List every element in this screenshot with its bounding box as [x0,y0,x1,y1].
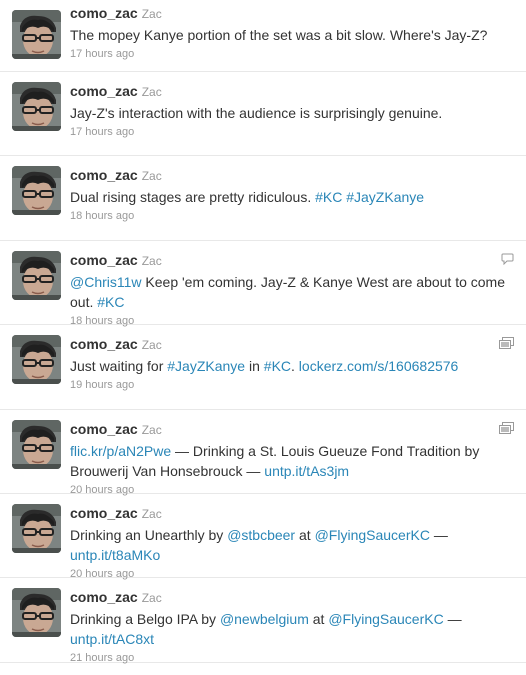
screen-name[interactable]: como_zac [70,5,138,21]
tweet-text-segment: — [429,526,448,543]
tweet-text: Drinking a Belgo IPA by @newbelgium at @… [70,609,515,649]
avatar[interactable] [12,503,61,553]
tweet-text: @Chris11w Keep 'em coming. Jay-Z & Kanye… [70,272,515,312]
hashtag-link[interactable]: #JayZKanye [346,189,424,205]
tweet-text-segment: Just waiting for [70,358,168,375]
full-name: Zac [141,253,162,268]
screen-name[interactable]: como_zac [70,336,138,352]
hashtag-link[interactable]: #KC [315,189,342,205]
screen-name[interactable]: como_zac [70,83,138,99]
screen-name[interactable]: como_zac [70,421,138,437]
hashtag-link[interactable]: #KC [264,358,291,374]
url-link[interactable]: lockerz.com/s/160682576 [299,358,459,374]
url-link[interactable]: untp.it/tAs3jm [264,463,349,479]
timestamp[interactable]: 17 hours ago [70,46,516,62]
timestamp[interactable]: 21 hours ago [70,650,516,666]
media-icon[interactable] [499,421,514,439]
screen-name[interactable]: como_zac [70,505,138,521]
tweet-text-segment: — [443,611,462,628]
url-link[interactable]: flic.kr/p/aN2Pwe [70,443,171,459]
tweet-text-segment: in [245,358,264,375]
media-icon[interactable] [499,336,514,354]
avatar[interactable] [12,166,61,216]
avatar[interactable] [12,82,61,131]
screen-name[interactable]: como_zac [70,252,138,268]
tweet-text: Drinking an Unearthly by @stbcbeer at @F… [70,525,515,565]
full-name: Zac [141,338,162,353]
hashtag-link[interactable]: #JayZKanye [167,358,245,374]
reply-icon[interactable] [501,252,514,270]
tweet[interactable]: como_zac Zac Jay-Z's interaction with the… [0,72,526,157]
mention-link[interactable]: @FlyingSaucerKC [328,611,443,627]
tweet-text-segment: The mopey Kanye portion of the set was a… [70,27,488,43]
tweet[interactable]: como_zac Zac Drinking an Unearthly by @st… [0,494,526,580]
tweet-text: flic.kr/p/aN2Pwe — Drinking a St. Louis … [70,441,515,481]
tweet[interactable]: como_zac Zac flic.kr/p/aN2Pwe — Drinking … [0,410,526,496]
tweet-text: Just waiting for #JayZKanye in #KC. lock… [70,356,515,376]
tweet[interactable]: como_zac Zac Just waiting for #JayZKanye … [0,325,526,410]
tweet[interactable]: como_zac Zac Dual rising stages are prett… [0,156,526,241]
screen-name[interactable]: como_zac [70,167,138,183]
timestamp[interactable]: 19 hours ago [70,377,516,393]
tweet-text-segment: . [291,358,299,375]
timestamp[interactable]: 17 hours ago [70,124,516,140]
tweet-text: Dual rising stages are pretty ridiculous… [70,187,515,207]
mention-link[interactable]: @Chris11w [70,274,142,290]
tweet-text: Jay-Z's interaction with the audience is… [70,103,515,123]
full-name: Zac [141,169,162,184]
mention-link[interactable]: @stbcbeer [227,527,295,543]
full-name: Zac [141,7,162,21]
full-name: Zac [141,85,162,99]
hashtag-link[interactable]: #KC [97,294,124,310]
avatar[interactable] [12,419,61,469]
full-name: Zac [141,591,162,606]
tweet-text-segment: Drinking an Unearthly by [70,526,228,543]
tweet-text-segment: Jay-Z's interaction with the audience is… [70,105,443,121]
tweet-text-segment: at [308,611,329,628]
screen-name[interactable]: como_zac [70,589,138,605]
tweet[interactable]: como_zac Zac @Chris11w Keep 'em coming. J… [0,241,526,327]
avatar[interactable] [12,335,61,385]
tweet-text-segment: at [295,526,315,543]
timeline: como_zac Zac The mopey Kanye portion of t… [0,0,526,664]
avatar[interactable] [12,10,61,59]
tweet-text-segment: Dual rising stages are pretty ridiculous… [70,189,316,206]
mention-link[interactable]: @newbelgium [220,611,309,627]
tweet[interactable]: como_zac Zac Drinking a Belgo IPA by @new… [0,578,526,664]
timestamp[interactable]: 18 hours ago [70,208,516,224]
url-link[interactable]: untp.it/t8aMKo [70,547,160,563]
avatar[interactable] [12,588,61,638]
tweet-text: The mopey Kanye portion of the set was a… [70,25,515,45]
avatar[interactable] [12,250,61,300]
mention-link[interactable]: @FlyingSaucerKC [315,527,430,543]
full-name: Zac [141,506,162,521]
tweet[interactable]: como_zac Zac The mopey Kanye portion of t… [0,0,526,72]
url-link[interactable]: untp.it/tAC8xt [70,631,154,647]
full-name: Zac [141,422,162,437]
tweet-text-segment: Drinking a Belgo IPA by [70,611,220,628]
